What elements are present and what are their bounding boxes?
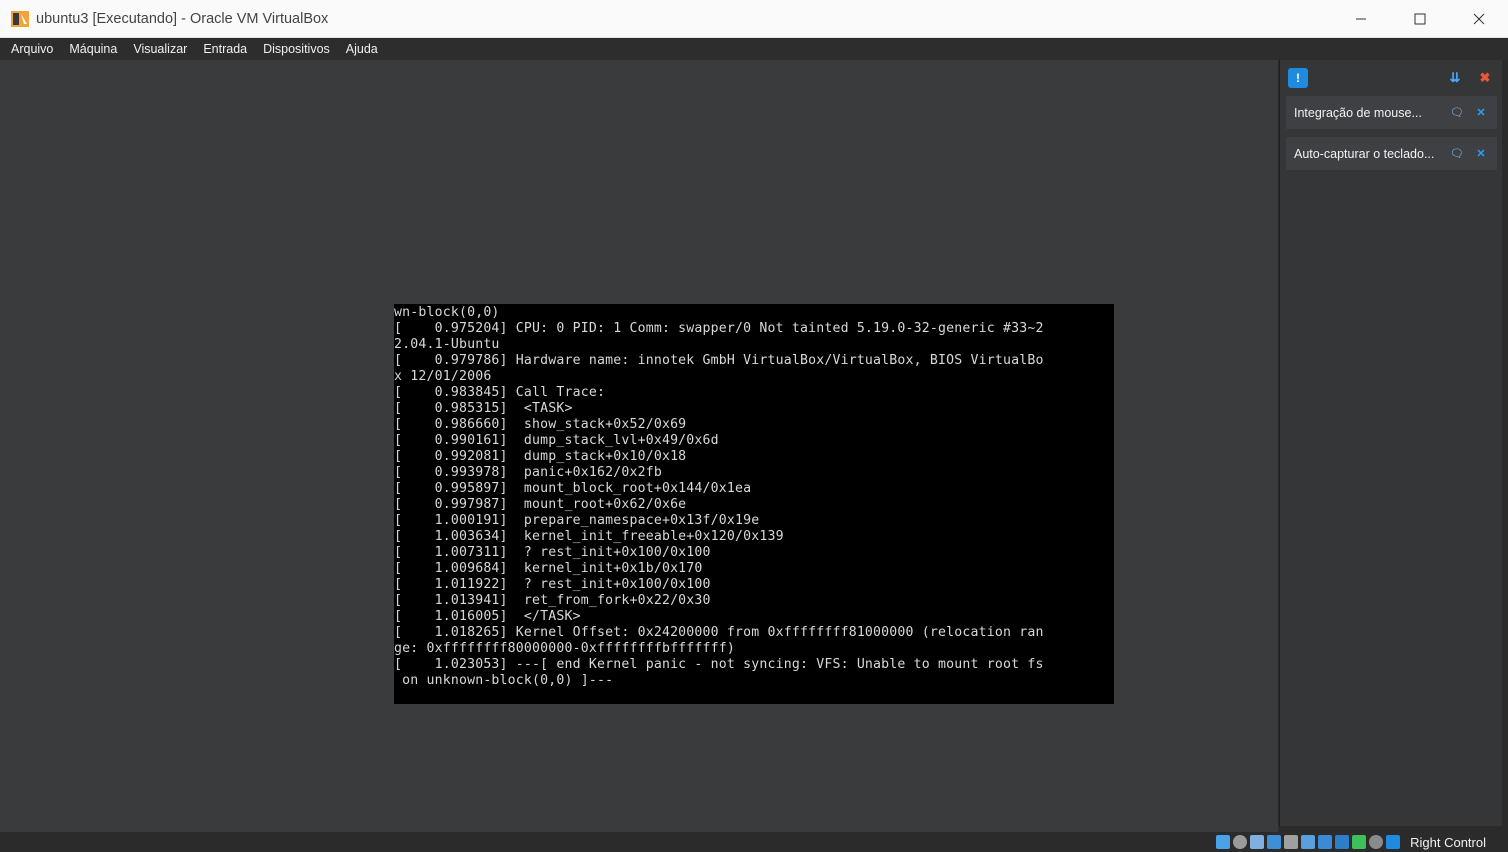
virtualbox-icon [11, 10, 29, 27]
menu-dispositivos[interactable]: Dispositivos [256, 42, 339, 56]
console-line: [ 1.011922] ? rest_init+0x100/0x100 [394, 577, 711, 592]
menu-entrada[interactable]: Entrada [196, 42, 256, 56]
console-line: [ 0.993978] panic+0x162/0x2fb [394, 465, 662, 480]
status-icons [1216, 835, 1401, 849]
pin-icon[interactable]: 🗨 [1449, 146, 1465, 162]
console-line: [ 1.023053] ---[ end Kernel panic - not … [394, 657, 1044, 672]
window-titlebar: ubuntu3 [Executando] - Oracle VM Virtual… [0, 0, 1508, 38]
sort-icon[interactable]: ⇊ [1445, 68, 1465, 88]
console-line: ge: 0xffffffff80000000-0xffffffffbffffff… [394, 641, 736, 656]
console-line: [ 0.986660] show_stack+0x52/0x69 [394, 417, 687, 432]
console-line: [ 1.003634] kernel_init_freeable+0x120/0… [394, 529, 784, 544]
keyboard-icon[interactable] [1386, 835, 1401, 849]
console-line: 2.04.1-Ubuntu [394, 337, 500, 352]
notification-keyboard-capture[interactable]: Auto-capturar o teclado... 🗨 ✕ [1286, 137, 1497, 170]
console-line: on unknown-block(0,0) ]--- [394, 673, 614, 688]
vm-display-area[interactable]: wn-block(0,0)[ 0.975204] CPU: 0 PID: 1 C… [0, 60, 1278, 832]
notification-center-panel: ! ⇊ ✖ Integração de mouse... 🗨 ✕ Auto-ca… [1279, 60, 1503, 826]
menu-visualizar[interactable]: Visualizar [126, 42, 196, 56]
console-line: [ 0.975204] CPU: 0 PID: 1 Comm: swapper/… [394, 321, 1044, 336]
hard-disk-icon[interactable] [1216, 835, 1231, 849]
console-line: [ 0.995897] mount_block_root+0x144/0x1ea [394, 481, 752, 496]
recording-icon[interactable] [1335, 835, 1350, 849]
console-line: [ 1.000191] prepare_namespace+0x13f/0x19… [394, 513, 760, 528]
console-line: [ 0.985315] <TASK> [394, 401, 573, 416]
maximize-icon [1414, 13, 1425, 24]
network-icon[interactable] [1267, 835, 1282, 849]
optical-drive-icon[interactable] [1233, 835, 1248, 849]
console-line: [ 1.009684] kernel_init+0x1b/0x170 [394, 561, 703, 576]
menu-arquivo[interactable]: Arquivo [0, 42, 62, 56]
minimize-button[interactable] [1331, 0, 1390, 38]
notification-mouse-integration[interactable]: Integração de mouse... 🗨 ✕ [1286, 96, 1497, 129]
close-notification-icon[interactable]: ✕ [1473, 146, 1489, 162]
close-notification-icon[interactable]: ✕ [1473, 105, 1489, 121]
status-bar: Right Control [0, 832, 1508, 852]
clear-all-icon[interactable]: ✖ [1475, 68, 1495, 88]
host-key-label: Right Control [1410, 834, 1486, 850]
console-line: wn-block(0,0) [394, 305, 500, 320]
console-line: [ 1.007311] ? rest_init+0x100/0x100 [394, 545, 711, 560]
notification-text: Auto-capturar o teclado... [1294, 146, 1435, 161]
menu-ajuda[interactable]: Ajuda [339, 42, 387, 56]
close-button[interactable] [1449, 0, 1508, 38]
console-line: [ 1.013941] ret_from_fork+0x22/0x30 [394, 593, 711, 608]
window-controls [1331, 0, 1508, 38]
pin-icon[interactable]: 🗨 [1449, 105, 1465, 121]
console-line: [ 0.990161] dump_stack_lvl+0x49/0x6d [394, 433, 719, 448]
window-title: ubuntu3 [Executando] - Oracle VM Virtual… [36, 10, 329, 27]
maximize-button[interactable] [1390, 0, 1449, 38]
audio-icon[interactable] [1250, 835, 1265, 849]
vm-console-screen[interactable]: wn-block(0,0)[ 0.975204] CPU: 0 PID: 1 C… [394, 304, 1114, 704]
usb-icon[interactable] [1284, 835, 1299, 849]
console-line: x 12/01/2006 [394, 369, 492, 384]
minimize-icon [1355, 18, 1366, 19]
notification-text: Integração de mouse... [1294, 105, 1422, 120]
console-line: [ 0.992081] dump_stack+0x10/0x18 [394, 449, 687, 464]
close-icon [1473, 13, 1484, 24]
notification-center-toolbar: ! ⇊ ✖ [1280, 60, 1503, 96]
cpu-icon[interactable] [1352, 835, 1367, 849]
console-line: [ 0.983845] Call Trace: [394, 385, 606, 400]
console-line: [ 0.979786] Hardware name: innotek GmbH … [394, 353, 1044, 368]
notification-center-icon[interactable]: ! [1288, 68, 1308, 88]
menu-bar: Arquivo Máquina Visualizar Entrada Dispo… [0, 38, 1508, 60]
console-line: [ 1.018265] Kernel Offset: 0x24200000 fr… [394, 625, 1044, 640]
console-line: [ 1.016005] </TASK> [394, 609, 581, 624]
mouse-integration-icon[interactable] [1369, 835, 1384, 849]
window-edge [1502, 60, 1508, 832]
shared-folders-icon[interactable] [1301, 835, 1316, 849]
console-line: [ 0.997987] mount_root+0x62/0x6e [394, 497, 687, 512]
menu-maquina[interactable]: Máquina [62, 42, 126, 56]
display-icon[interactable] [1318, 835, 1333, 849]
